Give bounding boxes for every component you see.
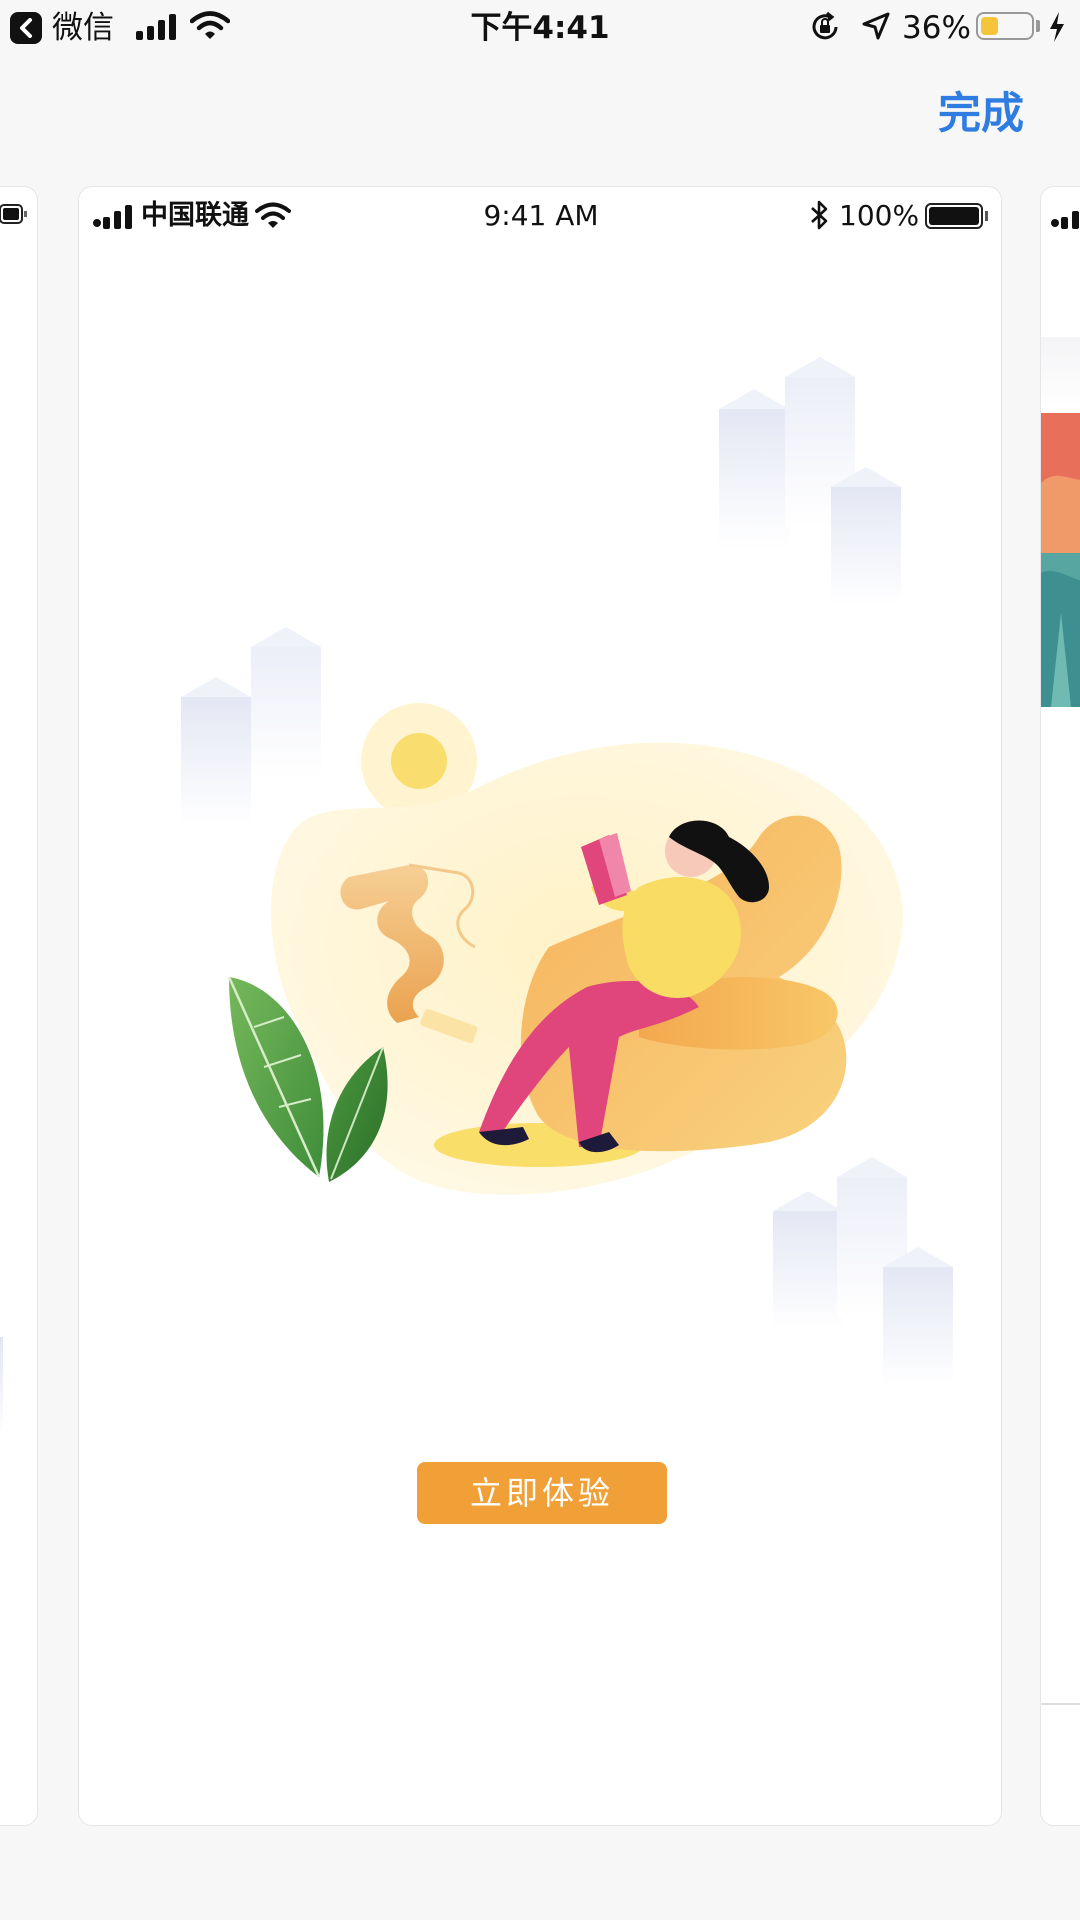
- reading-woman-illustration: [181, 357, 953, 1387]
- previous-card-decoration: [0, 1337, 3, 1437]
- next-card-image: [1041, 413, 1080, 707]
- battery-icon: [976, 12, 1034, 40]
- done-button[interactable]: 完成: [938, 86, 1024, 142]
- battery-cap: [1036, 20, 1040, 32]
- rotation-lock-icon: [812, 12, 838, 40]
- location-icon: [862, 12, 890, 40]
- sun: [391, 733, 447, 789]
- charging-bolt-icon: [1050, 12, 1064, 42]
- cube-cluster-left: [181, 627, 321, 827]
- next-preview-card[interactable]: [1040, 186, 1080, 1826]
- next-card-signal-icon: [1051, 211, 1079, 229]
- preview-battery-icon: [0, 204, 27, 224]
- cube-cluster-top-right: [719, 357, 901, 607]
- battery-percent: 36%: [902, 10, 971, 46]
- next-card-divider: [1041, 1703, 1080, 1705]
- previous-preview-card[interactable]: [0, 186, 38, 1826]
- cube-cluster-bottom-right: [773, 1157, 953, 1387]
- system-status-bar: 微信 下午4:41 36%: [0, 0, 1080, 56]
- next-card-band: [1041, 337, 1080, 407]
- guide-page-preview-card: 中国联通 9:41 AM 100% 立即体验: [78, 186, 1002, 1826]
- try-now-button[interactable]: 立即体验: [417, 1462, 667, 1524]
